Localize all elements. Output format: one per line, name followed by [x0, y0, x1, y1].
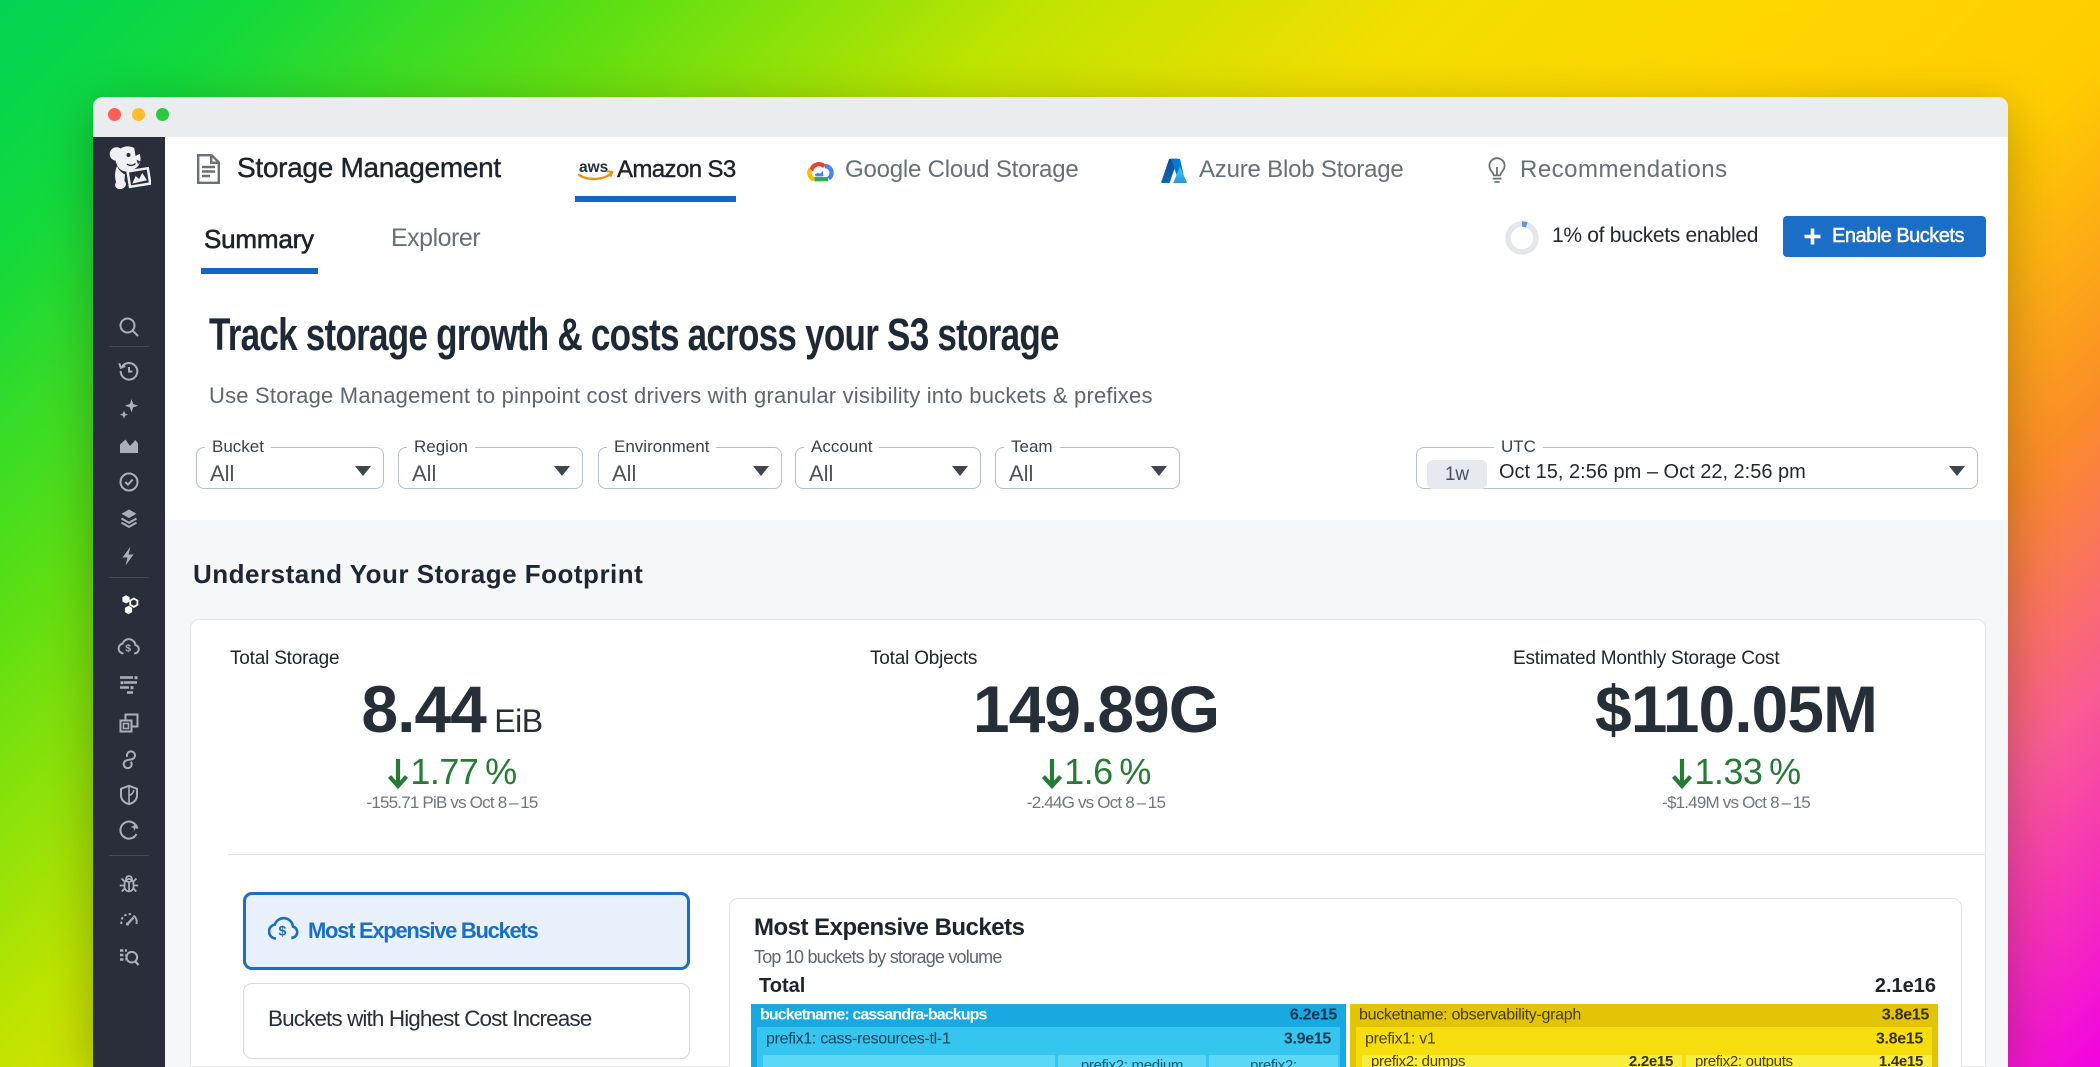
svg-text:$: $	[279, 923, 287, 939]
svg-text:aws: aws	[579, 159, 608, 176]
svg-text:$: $	[125, 643, 131, 655]
